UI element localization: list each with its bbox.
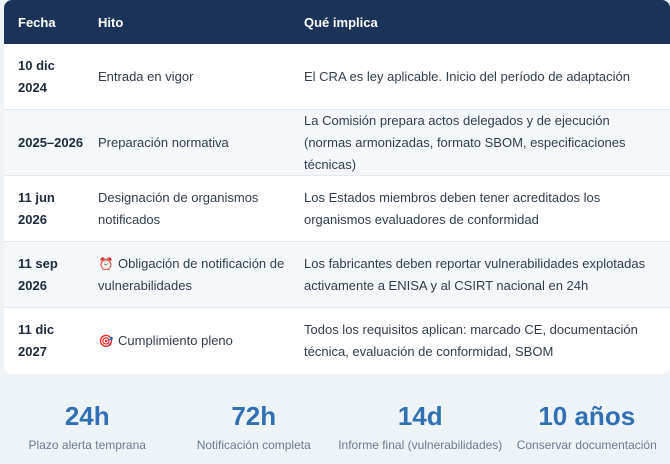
stat-early-warning: 24h Plazo alerta temprana	[4, 392, 171, 464]
stat-value: 24h	[64, 401, 110, 431]
header-fecha: Fecha	[18, 14, 56, 30]
row-implication: Los Estados miembros deben tener acredit…	[304, 189, 601, 227]
row-milestone: Preparación normativa	[84, 132, 290, 154]
stat-label: Plazo alerta temprana	[28, 438, 146, 452]
row-milestone-text: Cumplimiento pleno	[118, 333, 233, 348]
stat-value: 72h	[231, 401, 277, 431]
row-date: 11 sep 2026	[18, 255, 58, 293]
row-milestone: Designación de organismos notificados	[84, 187, 290, 231]
stat-value: 14d	[397, 401, 443, 431]
row-date: 11 jun 2026	[18, 189, 55, 227]
stats-bar: 24h Plazo alerta temprana 72h Notificaci…	[4, 392, 670, 464]
row-date: 2025–2026	[18, 134, 84, 150]
row-implication: La Comisión prepara actos delegados y de…	[304, 112, 626, 172]
header-que-implica: Qué implica	[304, 14, 378, 30]
row-implication: El CRA es ley aplicable. Inicio del perí…	[304, 68, 630, 84]
table-body: 10 dic 2024 Entrada en vigor El CRA es l…	[4, 44, 670, 374]
table-row: 11 dic 2027 🎯 Cumplimiento pleno Todos lo…	[4, 308, 670, 374]
row-milestone-text: Obligación de notificación de vulnerabil…	[98, 255, 285, 293]
row-milestone-text: Entrada en vigor	[98, 68, 194, 84]
table-row: 10 dic 2024 Entrada en vigor El CRA es l…	[4, 44, 670, 110]
row-milestone-text: Designación de organismos notificados	[98, 189, 259, 227]
stat-label: Informe final (vulnerabilidades)	[338, 438, 503, 452]
alarm-clock-icon: ⏰	[98, 256, 114, 271]
stat-label: Notificación completa	[196, 438, 311, 452]
row-milestone: ⏰ Obligación de notificación de vulnerabi…	[84, 253, 290, 297]
table-row: 11 jun 2026 Designación de organismos no…	[4, 176, 670, 242]
row-milestone: 🎯 Cumplimiento pleno	[84, 330, 290, 352]
stat-value: 10 años	[538, 401, 636, 431]
row-date: 11 dic 2027	[18, 322, 55, 359]
stat-label: Conservar documentación	[516, 438, 657, 452]
table-header: Fecha Hito Qué implica	[4, 0, 670, 44]
row-milestone: Entrada en vigor	[84, 66, 290, 88]
table-row: 11 sep 2026 ⏰ Obligación de notificación …	[4, 242, 670, 308]
header-hito: Hito	[98, 14, 124, 30]
target-icon: 🎯	[98, 334, 114, 348]
milestones-table: Fecha Hito Qué implica 10 dic 2024 Entra…	[4, 0, 670, 374]
stat-full-notification: 72h Notificación completa	[171, 392, 338, 464]
row-implication: Todos los requisitos aplican: marcado CE…	[304, 322, 638, 359]
row-date: 10 dic 2024	[18, 57, 55, 95]
table-row: 2025–2026 Preparación normativa La Comis…	[4, 110, 670, 176]
row-milestone-text: Preparación normativa	[98, 134, 229, 150]
stat-final-report: 14d Informe final (vulnerabilidades)	[337, 392, 504, 464]
stat-documentation-retention: 10 años Conservar documentación	[504, 392, 670, 464]
row-implication: Los fabricantes deben reportar vulnerabi…	[304, 255, 646, 293]
